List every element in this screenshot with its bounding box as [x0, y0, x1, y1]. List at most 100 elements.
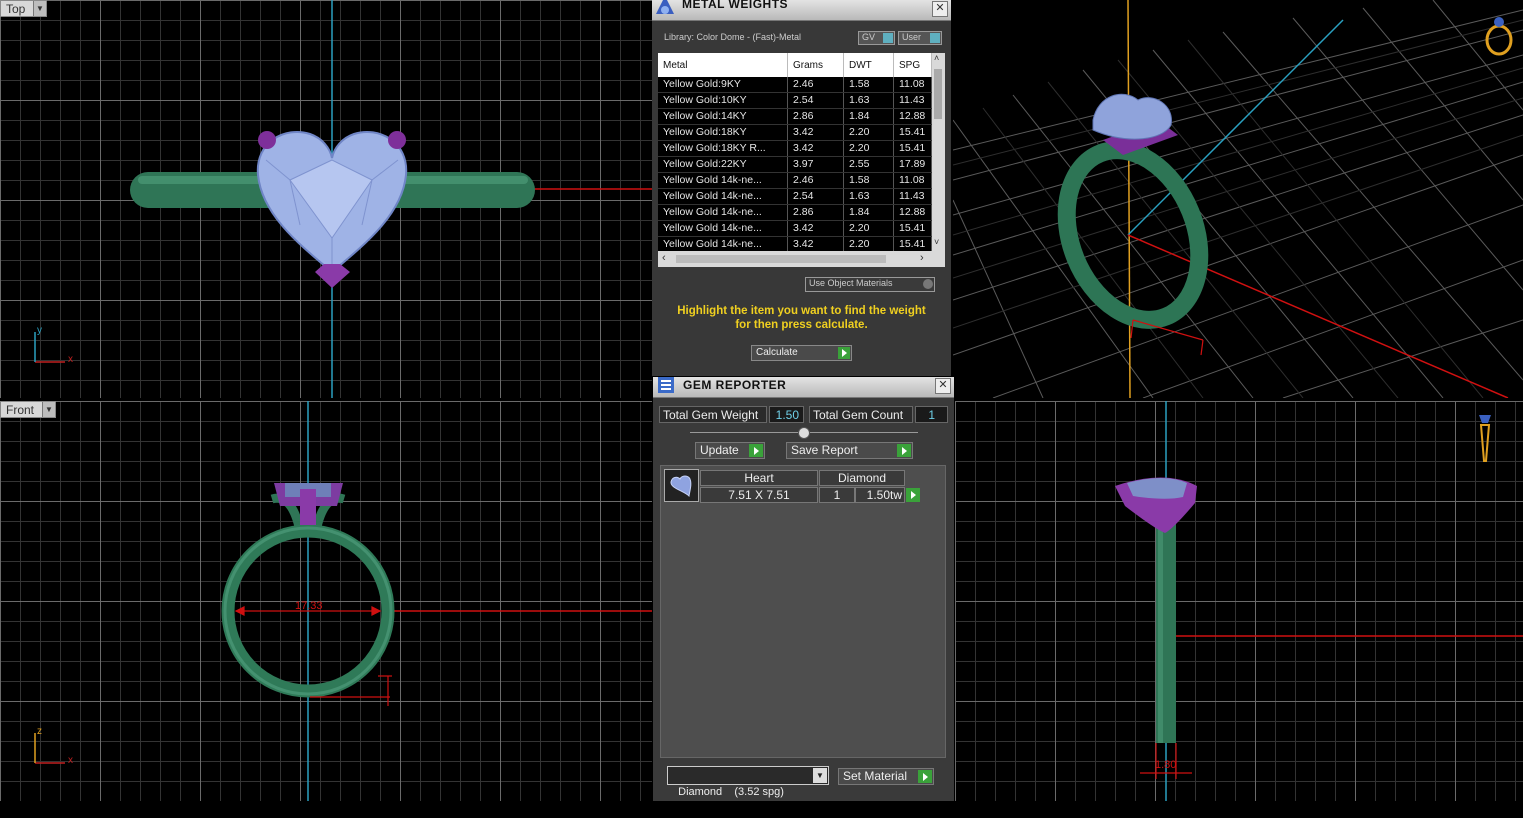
viewport-front[interactable]: 17.33 z x Front ▼ — [0, 401, 652, 801]
prong-left — [258, 131, 276, 149]
table-row[interactable]: Yellow Gold 14k-ne... 2.46 1.58 11.08 — [658, 173, 932, 189]
metal-grams-cell: 3.42 — [788, 221, 844, 236]
metal-name-cell: Yellow Gold 14k-ne... — [658, 173, 788, 188]
viewport-label-front[interactable]: Front ▼ — [0, 401, 56, 418]
axis-label-x-front: x — [68, 755, 73, 766]
table-row[interactable]: Yellow Gold 14k-ne... 3.42 2.20 15.41 — [658, 221, 932, 237]
gem-reporter-titlebar[interactable]: GEM REPORTER ✕ — [653, 377, 954, 398]
metal-table-hscroll[interactable]: ‹ › — [658, 251, 945, 267]
axis-label-z: z — [37, 726, 42, 737]
gem-list[interactable]: Heart Diamond 7.51 X 7.51 1 1.50tw — [660, 465, 946, 758]
close-icon[interactable]: ✕ — [932, 1, 948, 17]
column-header-spg[interactable]: SPG — [894, 53, 932, 77]
set-material-button[interactable]: Set Material — [838, 768, 934, 785]
axis-label-x: x — [68, 354, 73, 365]
top-view-drawing — [34, 0, 652, 398]
metal-table[interactable]: Metal Grams DWT SPG Yellow Gold:9KY 2.46 1… — [658, 53, 932, 251]
metal-spg-cell: 11.43 — [894, 189, 932, 204]
update-button[interactable]: Update — [695, 442, 765, 459]
metal-name-cell: Yellow Gold 14k-ne... — [658, 205, 788, 220]
metal-spg-cell: 11.43 — [894, 93, 932, 108]
prong-bottom — [315, 264, 350, 288]
material-select[interactable]: Diamond (3.52 spg) ▼ — [667, 766, 829, 798]
metal-table-vscroll[interactable]: ˄ ˅ — [932, 53, 945, 251]
gem-list-row[interactable]: Heart Diamond 7.51 X 7.51 1 1.50tw — [664, 469, 922, 503]
chevron-down-icon[interactable]: ▼ — [42, 402, 55, 417]
axis-indicator-top — [34, 332, 65, 363]
metal-grams-cell: 2.46 — [788, 77, 844, 92]
table-row[interactable]: Yellow Gold:14KY 2.86 1.84 12.88 — [658, 109, 932, 125]
metal-dwt-cell: 2.55 — [844, 157, 894, 172]
hscroll-thumb[interactable] — [676, 255, 886, 263]
play-icon — [918, 770, 932, 783]
metal-spg-cell: 17.89 — [894, 157, 932, 172]
metal-spg-cell: 11.08 — [894, 173, 932, 188]
metal-spg-cell: 12.88 — [894, 109, 932, 124]
chevron-right-icon[interactable]: › — [920, 252, 924, 264]
chevron-up-icon[interactable]: ˄ — [934, 53, 939, 63]
metal-dwt-cell: 1.63 — [844, 93, 894, 108]
metal-name-cell: Yellow Gold 14k-ne... — [658, 237, 788, 251]
metal-grams-cell: 3.97 — [788, 157, 844, 172]
user-toggle[interactable]: User — [898, 31, 942, 45]
play-icon — [749, 444, 763, 457]
gv-toggle[interactable]: GV — [858, 31, 895, 45]
metal-weights-titlebar[interactable]: METAL WEIGHTS ✕ — [652, 0, 951, 21]
table-row[interactable]: Yellow Gold 14k-ne... 2.86 1.84 12.88 — [658, 205, 932, 221]
table-row[interactable]: Yellow Gold:18KY R... 3.42 2.20 15.41 — [658, 141, 932, 157]
table-row[interactable]: Yellow Gold 14k-ne... 2.54 1.63 11.43 — [658, 189, 932, 205]
metal-grams-cell: 2.46 — [788, 173, 844, 188]
metal-grams-cell: 2.86 — [788, 205, 844, 220]
metal-grams-cell: 3.42 — [788, 125, 844, 140]
play-icon — [911, 491, 916, 499]
metal-name-cell: Yellow Gold 14k-ne... — [658, 221, 788, 236]
viewport-top[interactable]: y x Top ▼ — [0, 0, 652, 398]
metal-name-cell: Yellow Gold:22KY — [658, 157, 788, 172]
ring-side-icon[interactable] — [1477, 413, 1493, 463]
use-object-materials-toggle[interactable]: Use Object Materials — [805, 277, 935, 292]
table-row[interactable]: Yellow Gold:10KY 2.54 1.63 11.43 — [658, 93, 932, 109]
total-gem-count-label: Total Gem Count — [809, 406, 913, 423]
play-icon — [897, 444, 911, 457]
gem-type: Diamond — [819, 470, 905, 486]
table-row[interactable]: Yellow Gold:18KY 3.42 2.20 15.41 — [658, 125, 932, 141]
axis-label-y: y — [37, 325, 42, 336]
table-row[interactable]: Yellow Gold:22KY 3.97 2.55 17.89 — [658, 157, 932, 173]
metal-dwt-cell: 2.20 — [844, 141, 894, 156]
total-gem-weight-label: Total Gem Weight — [659, 406, 767, 423]
table-row[interactable]: Yellow Gold 14k-ne... 3.42 2.20 15.41 — [658, 237, 932, 251]
ring-perspective — [1057, 93, 1209, 329]
metal-dwt-cell: 1.58 — [844, 77, 894, 92]
chevron-down-icon[interactable]: ˅ — [934, 237, 939, 247]
viewport-label-top[interactable]: Top ▼ — [0, 0, 47, 17]
calculate-button[interactable]: Calculate — [751, 345, 852, 361]
gem-row-go-button[interactable] — [906, 488, 920, 502]
dimension-label-side: 1.80 — [1155, 759, 1177, 771]
ring-icon[interactable] — [1483, 14, 1515, 56]
metal-grams-cell: 2.54 — [788, 189, 844, 204]
report-slider[interactable] — [690, 427, 918, 439]
metal-grams-cell: 2.86 — [788, 109, 844, 124]
save-report-button[interactable]: Save Report — [786, 442, 913, 459]
metal-dwt-cell: 1.84 — [844, 109, 894, 124]
dimension-label-front: 17.33 — [295, 600, 323, 612]
column-header-grams[interactable]: Grams — [788, 53, 844, 77]
viewport-side[interactable]: 1.80 — [955, 401, 1523, 801]
column-header-dwt[interactable]: DWT — [844, 53, 894, 77]
chevron-down-icon[interactable]: ▼ — [813, 768, 827, 783]
slider-handle[interactable] — [798, 427, 810, 439]
play-icon — [838, 347, 850, 359]
chevron-left-icon[interactable]: ‹ — [662, 252, 666, 264]
metal-dwt-cell: 2.20 — [844, 237, 894, 251]
scroll-thumb[interactable] — [934, 69, 942, 119]
metal-name-cell: Yellow Gold 14k-ne... — [658, 189, 788, 204]
metal-grams-cell: 3.42 — [788, 141, 844, 156]
close-icon[interactable]: ✕ — [935, 378, 951, 394]
table-row[interactable]: Yellow Gold:9KY 2.46 1.58 11.08 — [658, 77, 932, 93]
metal-spg-cell: 15.41 — [894, 125, 932, 140]
column-header-metal[interactable]: Metal — [658, 53, 788, 77]
metal-table-header: Metal Grams DWT SPG — [658, 53, 932, 77]
metal-dwt-cell: 1.84 — [844, 205, 894, 220]
chevron-down-icon[interactable]: ▼ — [33, 1, 46, 16]
viewport-perspective[interactable] — [953, 0, 1523, 398]
